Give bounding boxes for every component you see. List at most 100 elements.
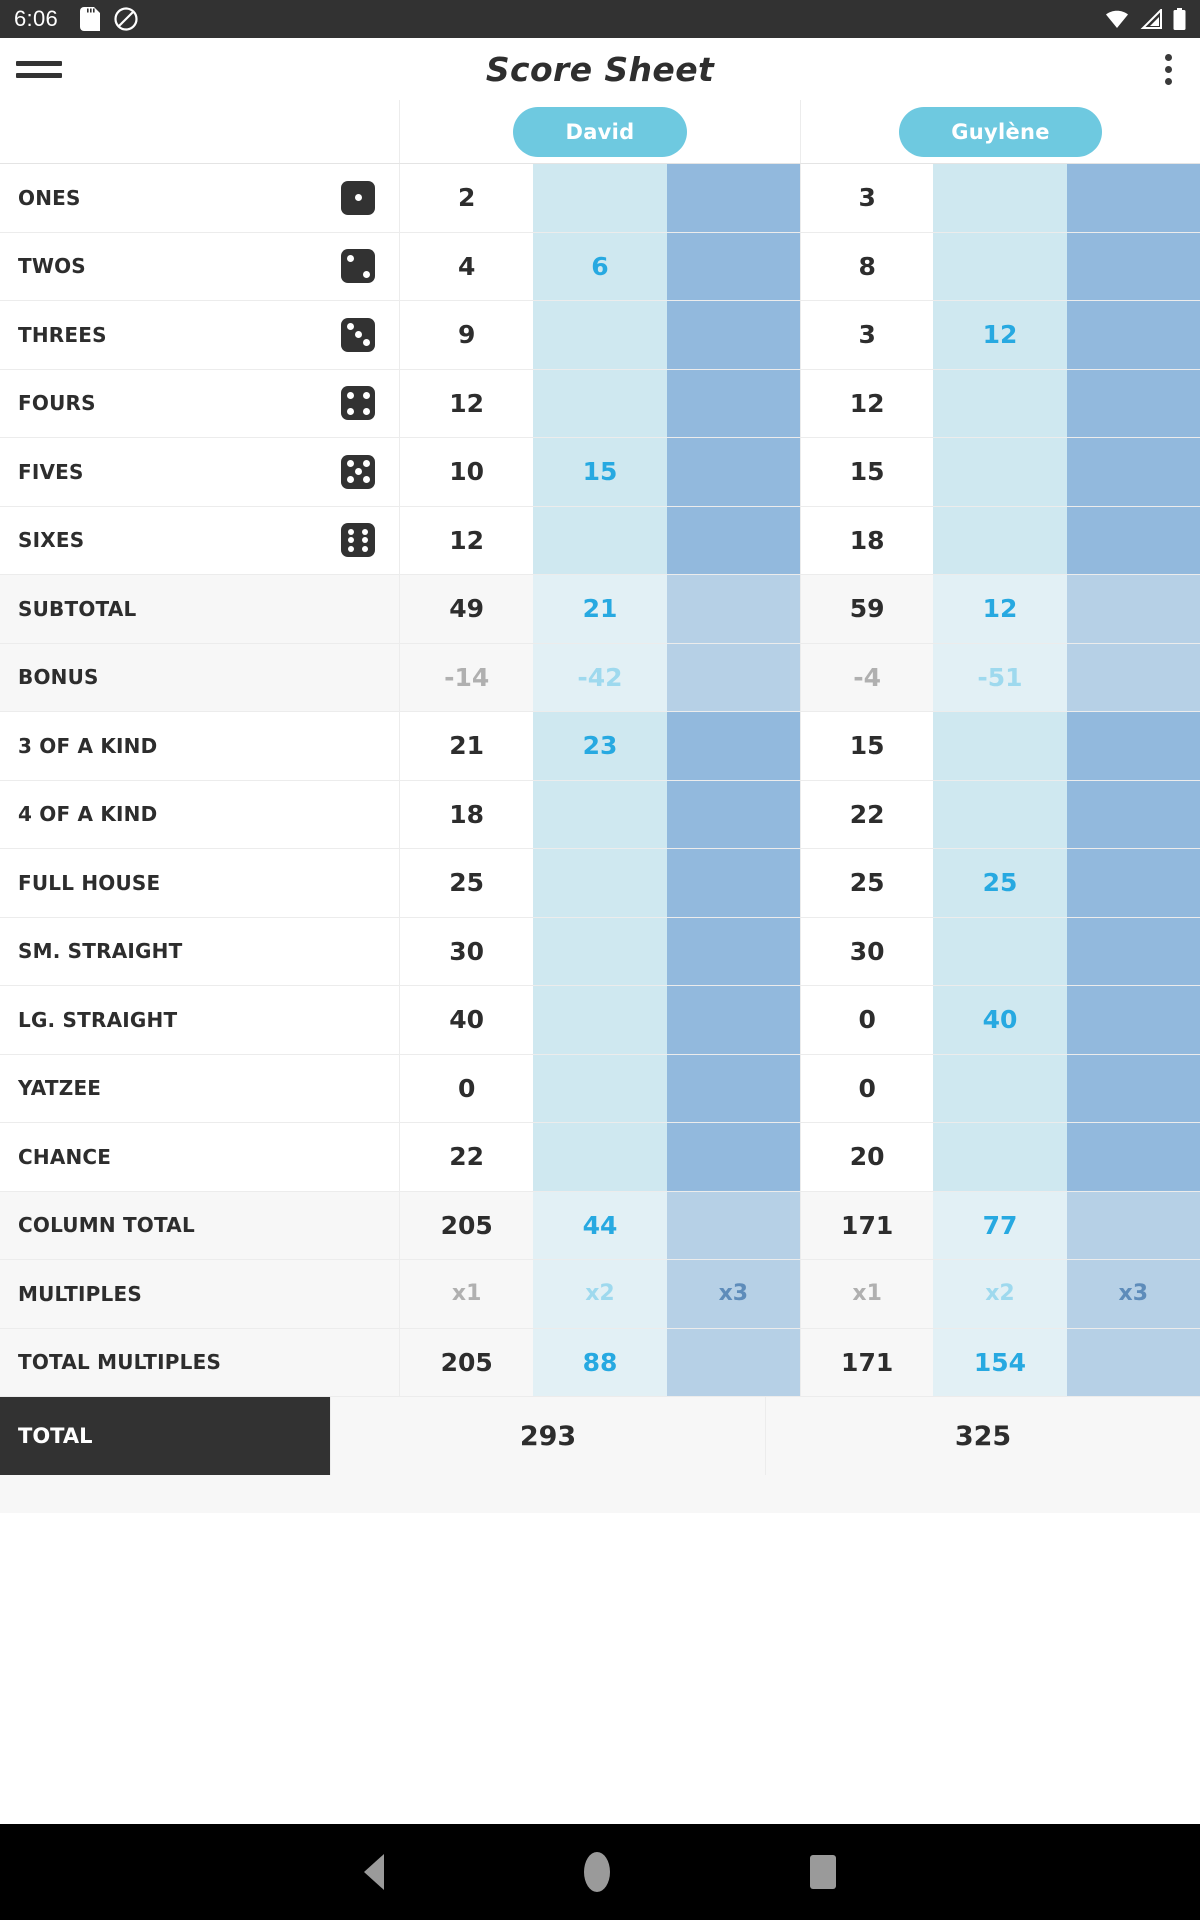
score-cell[interactable]: 20 [799,1123,934,1191]
score-cell[interactable] [533,164,667,232]
score-cell[interactable] [666,849,800,917]
score-cell[interactable]: 88 [533,1328,667,1396]
score-cell[interactable] [1066,1191,1200,1259]
score-cell[interactable]: x1 [400,1260,534,1328]
score-cell[interactable] [666,301,800,369]
score-cell[interactable]: x1 [799,1260,934,1328]
score-cell[interactable]: x3 [1066,1260,1200,1328]
score-cell[interactable] [933,369,1067,437]
score-cell[interactable]: 40 [400,986,534,1054]
score-cell[interactable] [933,506,1067,574]
score-cell[interactable] [666,575,800,643]
score-cell[interactable] [1066,986,1200,1054]
score-cell[interactable] [1066,643,1200,711]
score-cell[interactable] [1066,712,1200,780]
score-cell[interactable]: 12 [400,506,534,574]
overflow-menu-icon[interactable] [1165,53,1172,85]
score-cell[interactable]: 21 [533,575,667,643]
score-cell[interactable]: 44 [533,1191,667,1259]
score-cell[interactable]: 77 [933,1191,1067,1259]
score-cell[interactable]: x3 [666,1260,800,1328]
score-cell[interactable] [1066,1328,1200,1396]
score-cell[interactable] [1066,780,1200,848]
score-cell[interactable]: 18 [799,506,934,574]
score-cell[interactable]: 15 [799,712,934,780]
score-cell[interactable]: 21 [400,712,534,780]
score-cell[interactable]: 205 [400,1191,534,1259]
score-cell[interactable] [533,369,667,437]
score-cell[interactable] [933,1123,1067,1191]
score-cell[interactable]: 15 [799,438,934,506]
score-cell[interactable]: 30 [799,917,934,985]
score-cell[interactable] [666,1191,800,1259]
score-cell[interactable] [666,917,800,985]
score-cell[interactable] [933,164,1067,232]
back-triangle-icon[interactable] [364,1854,384,1890]
score-cell[interactable] [933,712,1067,780]
score-cell[interactable] [533,917,667,985]
score-cell[interactable]: -14 [400,643,534,711]
score-cell[interactable] [533,780,667,848]
score-cell[interactable] [933,780,1067,848]
score-cell[interactable]: -42 [533,643,667,711]
score-cell[interactable] [533,1123,667,1191]
score-cell[interactable]: 9 [400,301,534,369]
score-cell[interactable] [533,506,667,574]
score-cell[interactable] [933,1054,1067,1122]
score-cell[interactable]: 15 [533,438,667,506]
score-cell[interactable] [666,780,800,848]
score-cell[interactable] [1066,575,1200,643]
score-cell[interactable] [666,232,800,300]
score-cell[interactable] [666,506,800,574]
score-cell[interactable]: 4 [400,232,534,300]
score-cell[interactable]: 22 [799,780,934,848]
score-cell[interactable]: 171 [799,1328,934,1396]
score-cell[interactable] [1066,506,1200,574]
score-cell[interactable] [533,301,667,369]
score-cell[interactable]: 22 [400,1123,534,1191]
score-cell[interactable] [1066,849,1200,917]
score-cell[interactable] [666,1054,800,1122]
score-cell[interactable] [1066,438,1200,506]
score-cell[interactable] [666,164,800,232]
score-cell[interactable]: x2 [933,1260,1067,1328]
score-cell[interactable] [1066,917,1200,985]
score-cell[interactable] [1066,164,1200,232]
score-cell[interactable]: 0 [799,986,934,1054]
score-cell[interactable]: 205 [400,1328,534,1396]
score-cell[interactable]: 8 [799,232,934,300]
score-cell[interactable]: 23 [533,712,667,780]
score-cell[interactable] [1066,1123,1200,1191]
score-cell[interactable] [1066,301,1200,369]
player-name-button-guylene[interactable]: Guylène [899,106,1102,157]
score-cell[interactable]: -4 [799,643,934,711]
score-cell[interactable] [1066,232,1200,300]
score-cell[interactable]: 10 [400,438,534,506]
score-cell[interactable]: x2 [533,1260,667,1328]
score-cell[interactable]: 59 [799,575,934,643]
score-cell[interactable]: -51 [933,643,1067,711]
score-cell[interactable]: 40 [933,986,1067,1054]
score-cell[interactable] [666,369,800,437]
recents-square-icon[interactable] [810,1855,836,1889]
home-circle-icon[interactable] [584,1852,610,1892]
score-cell[interactable]: 25 [933,849,1067,917]
score-cell[interactable]: 49 [400,575,534,643]
score-cell[interactable] [666,986,800,1054]
score-cell[interactable]: 12 [400,369,534,437]
score-cell[interactable] [666,438,800,506]
player-name-button-david[interactable]: David [513,106,687,157]
score-cell[interactable] [666,712,800,780]
score-cell[interactable]: 154 [933,1328,1067,1396]
score-cell[interactable]: 0 [400,1054,534,1122]
score-cell[interactable] [666,1123,800,1191]
score-cell[interactable]: 6 [533,232,667,300]
score-cell[interactable] [1066,369,1200,437]
score-cell[interactable]: 171 [799,1191,934,1259]
score-cell[interactable]: 12 [799,369,934,437]
score-cell[interactable]: 25 [799,849,934,917]
score-cell[interactable]: 3 [799,164,934,232]
score-cell[interactable]: 12 [933,301,1067,369]
score-cell[interactable] [933,917,1067,985]
score-cell[interactable]: 12 [933,575,1067,643]
